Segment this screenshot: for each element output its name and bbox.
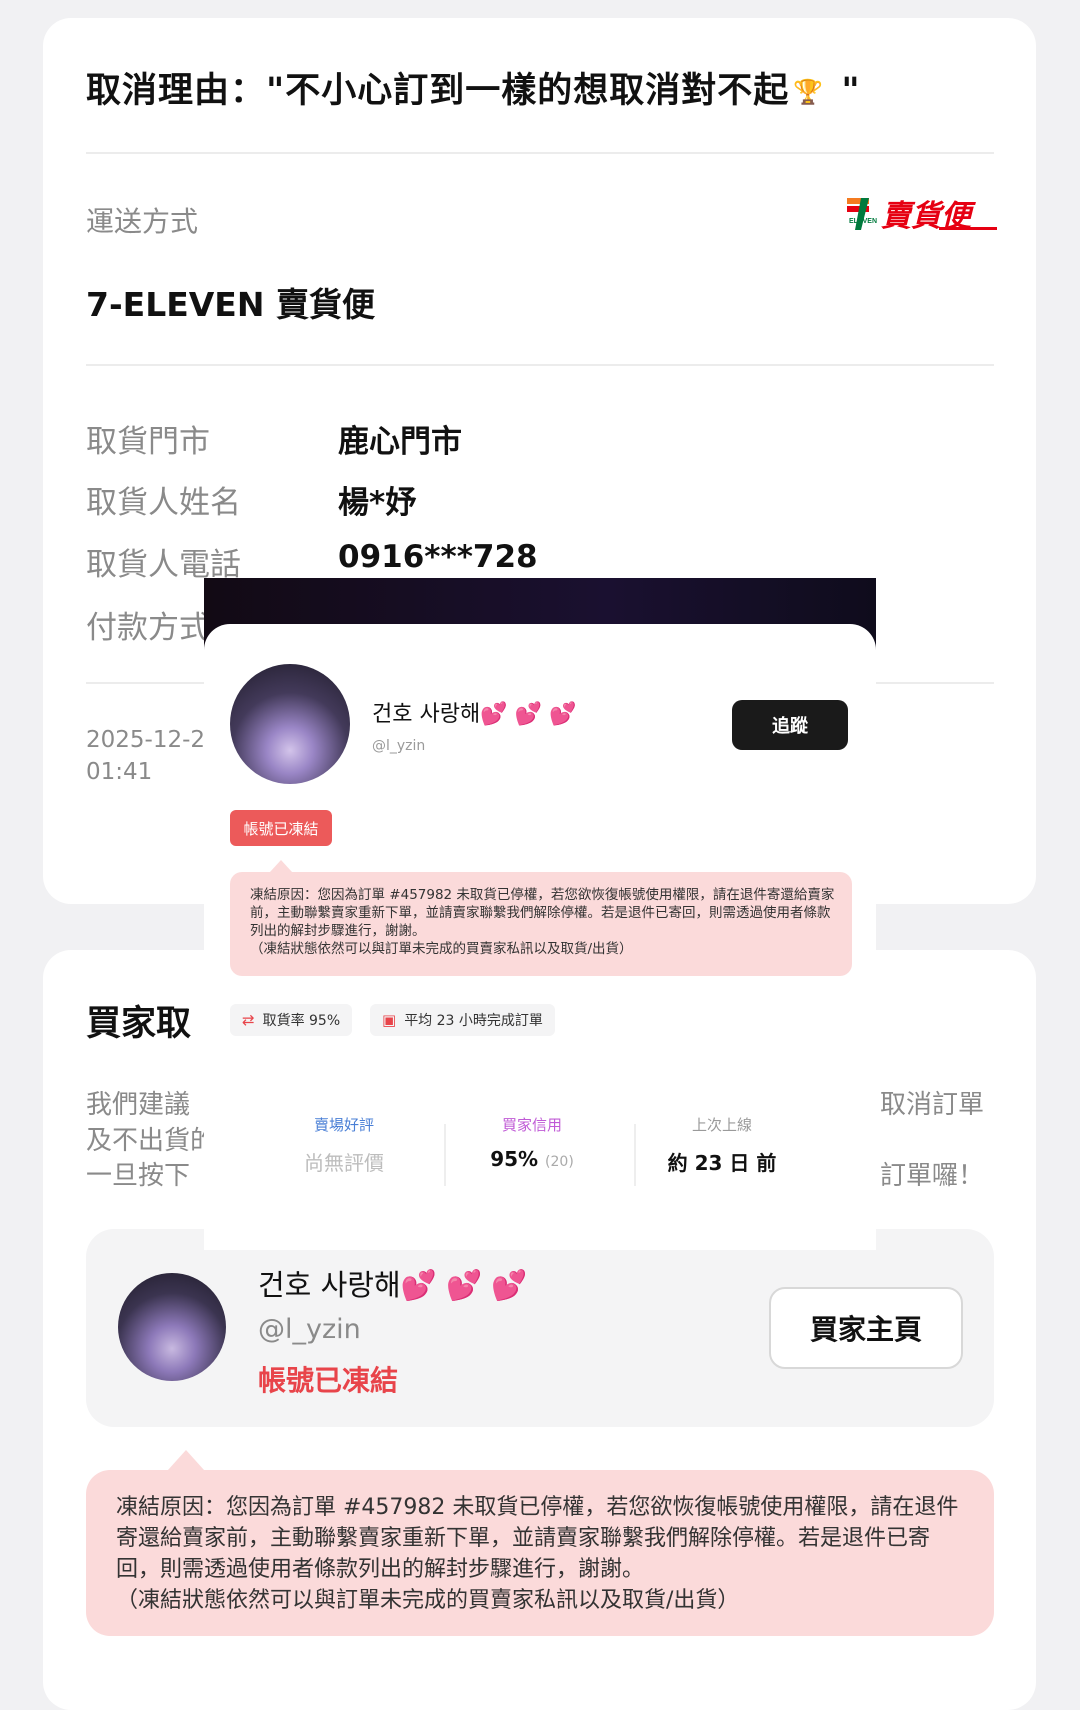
stat-buyer-credit: 買家信用 95% (20) (444, 1114, 620, 1171)
overlay-avatar (230, 664, 350, 784)
overlay-freeze-caret (270, 860, 292, 872)
buyer-home-button[interactable]: 買家主頁 (769, 1287, 963, 1369)
stat-shop-rating: 賣場好評 尚無評價 (256, 1114, 432, 1176)
order-date: 2025-12-2 (86, 727, 206, 753)
stat-buyer-credit-value: 95% (20) (444, 1147, 620, 1171)
overlay-freeze-reason: 凍結原因：您因為訂單 #457982 未取貨已停權，若您欲恢復帳號使用權限，請在… (250, 886, 840, 958)
buyer-avatar[interactable] (118, 1273, 226, 1381)
advice-line-1: 我們建議 (86, 1090, 191, 1120)
stat-buyer-credit-label: 買家信用 (501, 1116, 562, 1134)
pickup-store-value: 鹿心門市 (338, 424, 462, 460)
follow-button[interactable]: 追蹤 (732, 700, 848, 750)
pickup-rate-chip: ⇄ 取貨率 95% (230, 1004, 353, 1036)
stat-last-online-value: 約 23 日 前 (667, 1151, 777, 1175)
recipient-phone-value: 0916***728 (338, 539, 538, 575)
pickup-rate-icon: ⇄ (242, 1011, 255, 1029)
recipient-name-value: 楊*妤 (338, 485, 417, 521)
order-datetime: 2025-12-2 01:41 (86, 724, 205, 788)
shipping-method: 7-ELEVEN 賣貨便 (86, 285, 375, 324)
order-time: 01:41 (86, 759, 153, 785)
stat-last-online-label: 上次上線 (691, 1116, 752, 1134)
stat-last-online: 上次上線 約 23 日 前 (634, 1114, 810, 1176)
overlay-handle: @l_yzin (372, 738, 426, 754)
trophy-icon: 🏆 (793, 78, 825, 106)
seven-eleven-logo: ELEVEN 賣貨便 (847, 196, 997, 234)
freeze-reason: 凍結原因：您因為訂單 #457982 未取貨已停權，若您欲恢復帳號使用權限，請在… (116, 1492, 966, 1616)
stat-buyer-credit-number: 95% (490, 1147, 539, 1171)
cancel-reason-suffix: " (828, 71, 861, 111)
recipient-name-label: 取貨人姓名 (86, 485, 241, 521)
shipping-label: 運送方式 (86, 205, 199, 238)
divider (86, 364, 994, 366)
profile-popup-overlay: 건호 사랑해💕 💕 💕 @l_yzin 追蹤 帳號已凍結 凍結原因：您因為訂單 … (204, 578, 876, 1250)
overlay-freeze-reason-note: （凍結狀態依然可以與訂單未完成的買賣家私訊以及取貨/出貨） (250, 941, 633, 957)
avg-completion-text: 平均 23 小時完成訂單 (404, 1013, 543, 1029)
buyer-section-title: 買家取 (86, 1004, 192, 1044)
stat-shop-rating-value: 尚無評價 (304, 1151, 384, 1175)
payment-method-label: 付款方式 (86, 610, 210, 646)
advice-line-3: 一旦按下 (86, 1161, 191, 1191)
advice-line-2: 及不出貨的 (86, 1126, 217, 1156)
overlay-name: 건호 사랑해💕 💕 💕 (372, 702, 577, 727)
stat-buyer-credit-count: (20) (545, 1154, 574, 1170)
freeze-caret (168, 1450, 204, 1470)
advice-right-1: 取消訂單 (880, 1090, 985, 1120)
overlay-frozen-badge: 帳號已凍結 (230, 810, 332, 846)
pickup-rate-text: 取貨率 95% (262, 1013, 341, 1029)
freeze-reason-text: 凍結原因：您因為訂單 #457982 未取貨已停權，若您欲恢復帳號使用權限，請在… (116, 1495, 959, 1582)
pickup-store-label: 取貨門市 (86, 424, 210, 460)
avg-completion-chip: ▣ 平均 23 小時完成訂單 (370, 1004, 555, 1036)
svg-text:ELEVEN: ELEVEN (849, 218, 877, 225)
buyer-frozen-status: 帳號已凍結 (258, 1364, 399, 1397)
advice-right-2: 訂單囉！ (880, 1161, 985, 1191)
cancel-reason-text: 取消理由："不小心訂到一樣的想取消對不起 (86, 71, 790, 111)
overlay-freeze-reason-text: 凍結原因：您因為訂單 #457982 未取貨已停權，若您欲恢復帳號使用權限，請在… (250, 887, 835, 939)
buyer-handle: @l_yzin (258, 1314, 361, 1345)
buyer-name: 건호 사랑해💕 💕 💕 (258, 1268, 528, 1302)
cancel-reason: 取消理由："不小心訂到一樣的想取消對不起 🏆 " (86, 62, 861, 113)
calendar-icon: ▣ (382, 1011, 397, 1029)
divider (86, 152, 994, 154)
stat-shop-rating-label: 賣場好評 (313, 1116, 374, 1134)
freeze-reason-note: （凍結狀態依然可以與訂單未完成的買賣家私訊以及取貨/出貨） (116, 1588, 740, 1613)
